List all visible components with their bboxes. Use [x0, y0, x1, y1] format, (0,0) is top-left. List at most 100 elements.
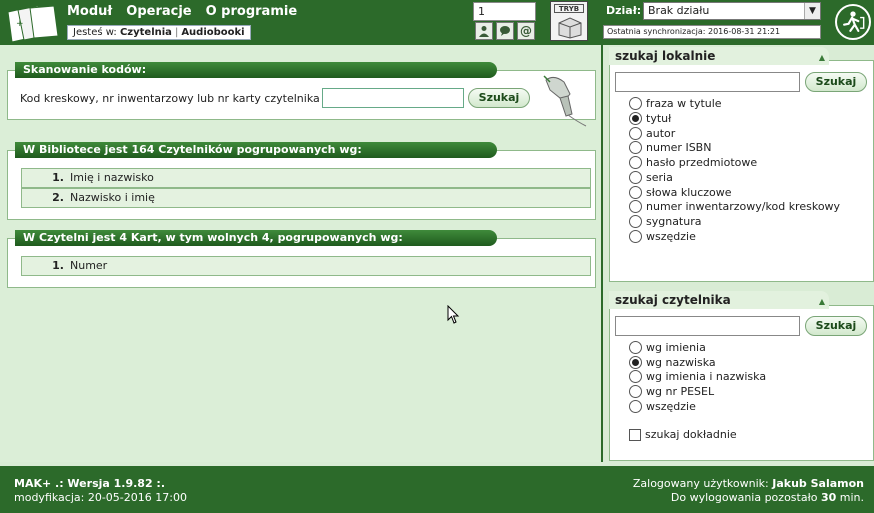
local-option[interactable]: słowa kluczowe [629, 186, 732, 199]
box-icon [558, 17, 582, 39]
local-option-label: autor [646, 127, 676, 140]
barcode-scanner-icon [543, 75, 587, 127]
reader-option[interactable]: wg imienia [629, 341, 706, 354]
reader-search-input[interactable] [615, 316, 800, 336]
radio-icon [629, 400, 642, 413]
row-label: Numer [70, 259, 108, 272]
row-label: Nazwisko i imię [70, 191, 155, 204]
row-number: 1. [52, 259, 64, 272]
mode-button[interactable]: TRYB [550, 1, 588, 41]
radio-icon [629, 370, 642, 383]
svg-text:+: + [16, 19, 24, 29]
local-option[interactable]: sygnatura [629, 215, 701, 228]
department-label: Dział: [606, 4, 642, 17]
local-option-label: sygnatura [646, 215, 702, 228]
local-option[interactable]: autor [629, 127, 675, 140]
reader-search-title: szukaj czytelnika ▲ [609, 291, 829, 309]
radio-icon [629, 385, 642, 398]
radio-icon [629, 156, 642, 169]
local-option[interactable]: hasło przedmiotowe [629, 156, 757, 169]
local-option[interactable]: seria [629, 171, 673, 184]
logout-prefix: Do wylogowania pozostało [670, 491, 818, 504]
reader-option[interactable]: wszędzie [629, 400, 696, 413]
breadcrumb: Jesteś w: Czytelnia | Audiobooki [67, 25, 251, 40]
user-prefix: Zalogowany użytkownik: [632, 477, 769, 490]
row-number: 1. [52, 171, 64, 184]
radio-icon [629, 141, 642, 154]
chevron-down-icon: ▼ [804, 3, 820, 19]
department-select[interactable]: Brak działu ▼ [643, 2, 821, 20]
local-option-label: seria [646, 171, 673, 184]
collapse-icon[interactable]: ▲ [819, 49, 825, 67]
cards-group-row[interactable]: 1. Numer [21, 256, 591, 276]
cards-section-title: W Czytelni jest 4 Kart, w tym wolnych 4,… [15, 230, 497, 246]
readers-group-row[interactable]: 1. Imię i nazwisko [21, 168, 591, 188]
menu-item-modul[interactable]: Moduł [67, 4, 112, 19]
reader-option[interactable]: wg nazwiska [629, 356, 716, 369]
logout-suffix: min. [839, 491, 864, 504]
local-option[interactable]: tytuł [629, 112, 671, 125]
app-version: MAK+ .: Wersja 1.9.82 :. [14, 477, 166, 490]
radio-icon [629, 230, 642, 243]
readers-section-title: W Bibliotece jest 164 Czytelników pogrup… [15, 142, 497, 158]
local-option-label: fraza w tytule [646, 97, 722, 110]
reader-option-label: wg nr PESEL [646, 385, 715, 398]
local-option-label: słowa kluczowe [646, 186, 732, 199]
local-option[interactable]: numer ISBN [629, 141, 711, 154]
reader-option[interactable]: wg imienia i nazwiska [629, 370, 766, 383]
menu-item-operacje[interactable]: Operacje [126, 4, 191, 19]
footer-version: MAK+ .: Wersja 1.9.82 :. modyfikacja: 20… [14, 477, 187, 505]
radio-icon [629, 127, 642, 140]
exact-search-label: szukaj dokładnie [645, 428, 737, 441]
reader-option[interactable]: wg nr PESEL [629, 385, 714, 398]
local-option-label: wszędzie [646, 230, 696, 243]
scan-input[interactable] [322, 88, 464, 108]
scan-search-button[interactable]: Szukaj [468, 88, 530, 108]
radio-selected-icon [629, 356, 642, 369]
reader-option-label: wg imienia i nazwiska [646, 370, 767, 383]
folders-logo-icon[interactable]: + [4, 2, 62, 44]
checkbox-icon [629, 428, 641, 441]
footer-user: Zalogowany użytkownik: Jakub Salamon Do … [633, 477, 864, 505]
radio-icon [629, 97, 642, 110]
scan-label: Kod kreskowy, nr inwentarzowy lub nr kar… [20, 92, 320, 105]
chat-icon[interactable] [496, 22, 514, 40]
modified-date: modyfikacja: 20-05-2016 17:00 [14, 491, 187, 504]
collapse-icon[interactable]: ▲ [819, 293, 825, 311]
logout-minutes: 30 [820, 491, 837, 504]
local-option-label: tytuł [646, 112, 672, 125]
breadcrumb-separator: | [174, 27, 179, 38]
local-option[interactable]: numer inwentarzowy/kod kreskowy [629, 200, 840, 213]
footer: MAK+ .: Wersja 1.9.82 :. modyfikacja: 20… [0, 466, 874, 513]
email-icon[interactable]: @ [517, 22, 535, 40]
local-option-label: numer ISBN [646, 141, 712, 154]
mouse-cursor-icon [447, 305, 460, 324]
row-number: 2. [52, 191, 64, 204]
local-option[interactable]: wszędzie [629, 230, 696, 243]
logout-icon[interactable] [835, 4, 871, 40]
local-search-button[interactable]: Szukaj [805, 72, 867, 92]
reader-option-label: wszędzie [646, 400, 696, 413]
reader-option-label: wg imienia [646, 341, 706, 354]
local-search-title-text: szukaj lokalnie [615, 49, 716, 63]
local-option-label: hasło przedmiotowe [646, 156, 758, 169]
radio-icon [629, 171, 642, 184]
menu-item-o-programie[interactable]: O programie [206, 4, 298, 19]
readers-group-row[interactable]: 2. Nazwisko i imię [21, 188, 591, 208]
reader-search-button[interactable]: Szukaj [805, 316, 867, 336]
radio-icon [629, 200, 642, 213]
breadcrumb-audiobooki[interactable]: Audiobooki [181, 27, 244, 38]
local-option[interactable]: fraza w tytule [629, 97, 722, 110]
local-search-input[interactable] [615, 72, 800, 92]
mode-label: TRYB [554, 4, 584, 13]
local-option-label: numer inwentarzowy/kod kreskowy [646, 200, 841, 213]
breadcrumb-current[interactable]: Czytelnia [120, 27, 172, 38]
top-bar: + Moduł Operacje O programie Jesteś w: C… [0, 0, 874, 45]
sync-status: Ostatnia synchronizacja: 2016-08-31 21:2… [603, 25, 821, 39]
radio-icon [629, 215, 642, 228]
user-icon[interactable] [475, 22, 493, 40]
breadcrumb-prefix: Jesteś w: [73, 27, 117, 38]
reader-option-label: wg nazwiska [646, 356, 716, 369]
number-input[interactable]: 1 [473, 2, 536, 21]
exact-search-checkbox[interactable]: szukaj dokładnie [629, 428, 737, 441]
